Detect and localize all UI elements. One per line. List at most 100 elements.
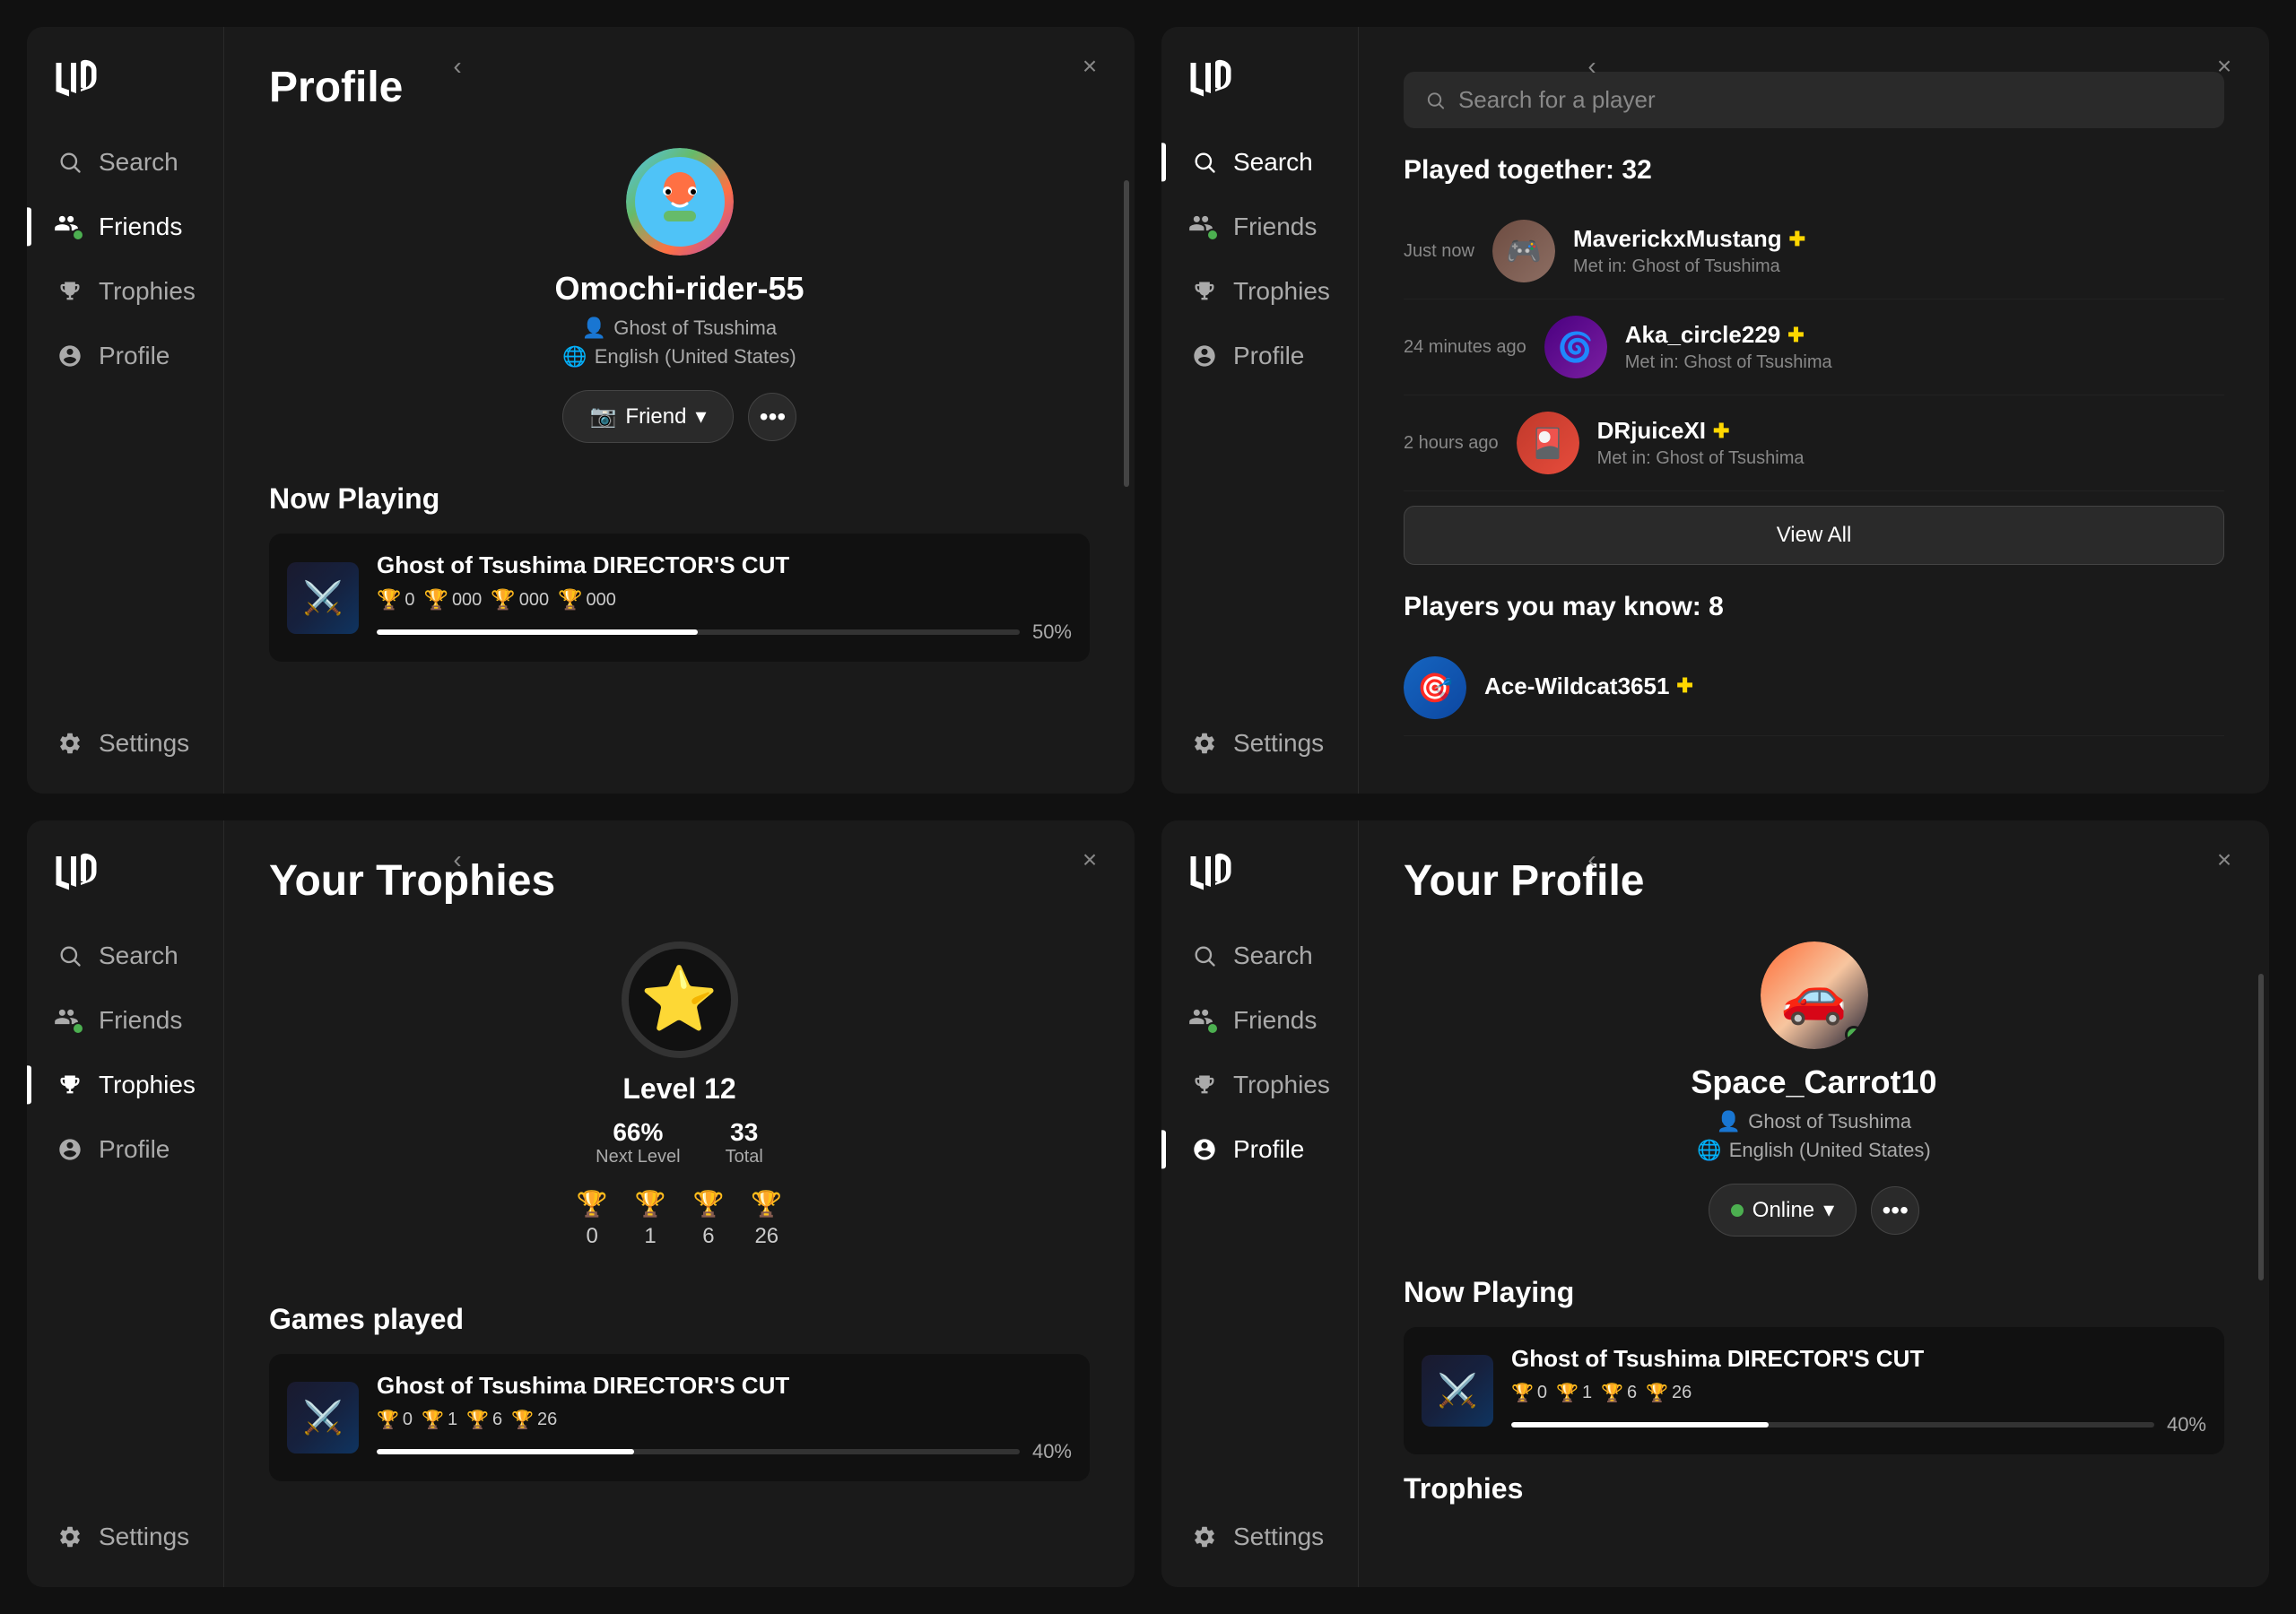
- sidebar-item-settings-br[interactable]: Settings: [1161, 1505, 1358, 1569]
- main-content-top-left: ‹ × Profile: [224, 27, 1135, 794]
- close-button-tl[interactable]: ×: [1072, 48, 1108, 84]
- settings-icon: [54, 727, 86, 759]
- more-button-br[interactable]: •••: [1871, 1186, 1919, 1235]
- sidebar-item-profile-br[interactable]: Profile: [1161, 1117, 1358, 1182]
- ps-logo-tr: [1161, 54, 1358, 130]
- sidebar-item-search-bl[interactable]: Search: [27, 924, 223, 988]
- sidebar-label-profile-br: Profile: [1233, 1135, 1304, 1164]
- next-level-label: Next Level: [596, 1147, 681, 1167]
- progress-wrap-bl: 40%: [377, 1440, 1072, 1463]
- more-button[interactable]: •••: [748, 393, 796, 441]
- trophy-count-platinum: 🏆 0: [577, 1189, 608, 1249]
- search-box[interactable]: [1404, 72, 2224, 128]
- scroll-bar[interactable]: [1124, 180, 1129, 487]
- now-playing-title-br: Now Playing: [1404, 1276, 2224, 1309]
- platinum-icon: 🏆: [577, 1189, 608, 1219]
- player-item-may-know[interactable]: 🎯 Ace-Wildcat3651 ✚: [1404, 640, 2224, 736]
- sidebar-item-settings-tl[interactable]: Settings: [27, 711, 223, 776]
- main-content-bottom-right: ‹ × Your Profile 🚗 Space_Carrot10 👤 Ghos…: [1359, 820, 2269, 1587]
- trophy-platinum-br: 🏆0: [1511, 1382, 1547, 1404]
- back-button-tl[interactable]: ‹: [439, 48, 475, 84]
- sidebar-item-trophies-br[interactable]: Trophies: [1161, 1053, 1358, 1117]
- close-button-tr[interactable]: ×: [2206, 48, 2242, 84]
- search-icon: [54, 146, 86, 178]
- view-all-button[interactable]: View All: [1404, 506, 2224, 565]
- game-info-br: Ghost of Tsushima DIRECTOR'S CUT 🏆0 🏆1 🏆…: [1511, 1345, 2206, 1436]
- avatar: [626, 148, 734, 256]
- settings-label: Settings: [99, 729, 189, 758]
- player-info-3: DRjuiceXI ✚ Met in: Ghost of Tsushima: [1597, 417, 2224, 469]
- game-thumb-bl: ⚔️: [287, 1382, 359, 1453]
- sidebar-item-profile-tl[interactable]: Profile: [27, 324, 223, 388]
- ps-plus-icon-3: ✚: [1713, 420, 1729, 443]
- game-info: Ghost of Tsushima DIRECTOR'S CUT 🏆 0 🏆 0…: [377, 551, 1072, 644]
- next-level-pct: 66%: [613, 1118, 663, 1147]
- scroll-bar-br[interactable]: [2258, 974, 2264, 1280]
- sidebar-item-profile-bl[interactable]: Profile: [27, 1117, 223, 1182]
- sidebar-bottom-left: Search Friends Trophies Profile Set: [27, 820, 224, 1587]
- friend-online-dot-bl: [72, 1022, 84, 1035]
- now-playing-card-br: ⚔️ Ghost of Tsushima DIRECTOR'S CUT 🏆0 🏆…: [1404, 1327, 2224, 1454]
- player-item-3[interactable]: 2 hours ago 🎴 DRjuiceXI ✚ Met in: Ghost …: [1404, 395, 2224, 491]
- trophy-level-icon: ⭐: [622, 941, 738, 1058]
- avatar-image: [626, 148, 734, 256]
- friend-online-dot: [72, 229, 84, 241]
- sidebar-item-profile-tr[interactable]: Profile: [1161, 324, 1358, 388]
- sidebar-label-friends-tr: Friends: [1233, 213, 1317, 241]
- avatar-br: 🚗: [1761, 941, 1868, 1049]
- sidebar-label-trophies-bl: Trophies: [99, 1071, 196, 1099]
- profile-avatar-section-br: 🚗 Space_Carrot10 👤 Ghost of Tsushima 🌐 E…: [1404, 941, 2224, 1258]
- sidebar-label-search: Search: [99, 148, 178, 177]
- sidebar-item-trophies-tr[interactable]: Trophies: [1161, 259, 1358, 324]
- trophy-counts: 🏆 0 🏆 1 🏆 6 🏆 26: [577, 1189, 783, 1249]
- sidebar-item-trophies-tl[interactable]: Trophies: [27, 259, 223, 324]
- sidebar-label-friends: Friends: [99, 213, 182, 241]
- friends-icon-wrap: [54, 211, 86, 243]
- online-indicator: [1845, 1026, 1863, 1044]
- sidebar-item-friends-tl[interactable]: Friends: [27, 195, 223, 259]
- back-button-bl[interactable]: ‹: [439, 842, 475, 878]
- sidebar-item-search-tr[interactable]: Search: [1161, 130, 1358, 195]
- sidebar-label-friends-bl: Friends: [99, 1006, 182, 1035]
- sidebar-item-search-br[interactable]: Search: [1161, 924, 1358, 988]
- profile-actions-br: Online ▾ •••: [1709, 1184, 1919, 1237]
- games-played-title: Games played: [269, 1303, 1090, 1336]
- back-button-tr[interactable]: ‹: [1574, 48, 1610, 84]
- sidebar-item-trophies-bl[interactable]: Trophies: [27, 1053, 223, 1117]
- sidebar-item-friends-tr[interactable]: Friends: [1161, 195, 1358, 259]
- main-content-top-right: ‹ × Played together: 32 Just now 🎮 Maver…: [1359, 27, 2269, 794]
- profile-meta-br: 👤 Ghost of Tsushima 🌐 English (United St…: [1697, 1110, 1930, 1162]
- search-input[interactable]: [1458, 86, 2203, 114]
- trophy-icon-bl: [54, 1069, 86, 1101]
- settings-label-bl: Settings: [99, 1523, 189, 1551]
- trophy-gold-br: 🏆1: [1556, 1382, 1592, 1404]
- sidebar-item-friends-br[interactable]: Friends: [1161, 988, 1358, 1053]
- sidebar-item-search-tl[interactable]: Search: [27, 130, 223, 195]
- profile-game: 👤 Ghost of Tsushima: [582, 317, 777, 340]
- sidebar-label-trophies-br: Trophies: [1233, 1071, 1330, 1099]
- close-button-br[interactable]: ×: [2206, 842, 2242, 878]
- sidebar-item-friends-bl[interactable]: Friends: [27, 988, 223, 1053]
- profile-icon: [54, 340, 86, 372]
- trophy-icon-tr: [1188, 275, 1221, 308]
- game-thumb-img-bl: ⚔️: [287, 1382, 359, 1453]
- sidebar-item-settings-bl[interactable]: Settings: [27, 1505, 223, 1569]
- sidebar-label-search-tr: Search: [1233, 148, 1313, 177]
- total-stat: 33 Total: [726, 1118, 763, 1167]
- online-button[interactable]: Online ▾: [1709, 1184, 1857, 1237]
- trophies-section-title-br: Trophies: [1404, 1472, 2224, 1506]
- ps-plus-icon-2: ✚: [1787, 324, 1804, 347]
- sidebar-top-left: Search Friends Trophies Profile Set: [27, 27, 224, 794]
- back-button-br[interactable]: ‹: [1574, 842, 1610, 878]
- player-item-2[interactable]: 24 minutes ago 🌀 Aka_circle229 ✚ Met in:…: [1404, 299, 2224, 395]
- chevron-down-icon-br: ▾: [1823, 1197, 1834, 1223]
- friend-button[interactable]: 📷 Friend ▾: [562, 390, 735, 443]
- sidebar-item-settings-tr[interactable]: Settings: [1161, 711, 1358, 776]
- profile-actions: 📷 Friend ▾ •••: [562, 390, 797, 443]
- friends-icon-wrap-tr: [1188, 211, 1221, 243]
- sidebar-label-trophies: Trophies: [99, 277, 196, 306]
- ps-plus-icon-mw: ✚: [1676, 674, 1692, 698]
- close-button-bl[interactable]: ×: [1072, 842, 1108, 878]
- player-item-1[interactable]: Just now 🎮 MaverickxMustang ✚ Met in: Gh…: [1404, 204, 2224, 299]
- profile-icon-br: [1188, 1133, 1221, 1166]
